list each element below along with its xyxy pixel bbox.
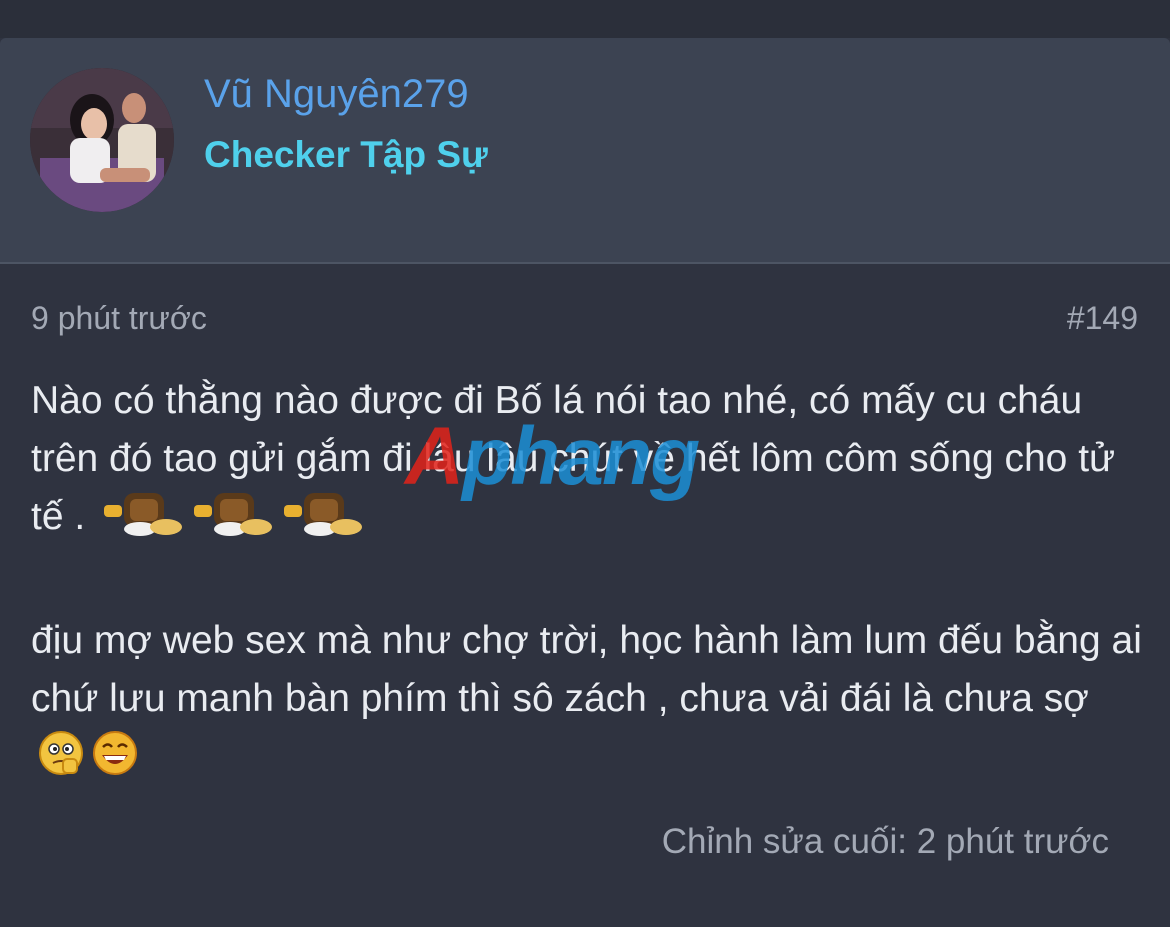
author-name[interactable]: Vũ Nguyên279 bbox=[204, 72, 469, 117]
avatar[interactable] bbox=[30, 68, 174, 212]
post-time[interactable]: 9 phút trước bbox=[31, 300, 207, 337]
avatar-photo bbox=[30, 68, 174, 212]
post-paragraph: Nào có thằng nào được đi Bố lá nói tao n… bbox=[31, 372, 1146, 554]
carry-smiley-icon bbox=[102, 489, 186, 554]
post-header: Vũ Nguyên279 Checker Tập Sự bbox=[0, 38, 1170, 264]
post-content: Nào có thằng nào được đi Bố lá nói tao n… bbox=[31, 372, 1146, 794]
post-paragraph: địu mợ web sex mà như chợ trời, học hành… bbox=[31, 612, 1146, 794]
top-bar bbox=[0, 0, 1170, 38]
laughing-smiley-icon bbox=[91, 729, 139, 794]
paragraph-text: địu mợ web sex mà như chợ trời, học hành… bbox=[31, 619, 1142, 720]
thinking-smiley-icon bbox=[37, 729, 85, 794]
edited-note: Chỉnh sửa cuối: 2 phút trước bbox=[661, 822, 1109, 861]
carry-smiley-icon bbox=[192, 489, 276, 554]
post-number[interactable]: #149 bbox=[1067, 300, 1138, 337]
carry-smiley-icon bbox=[282, 489, 366, 554]
author-title: Checker Tập Sự bbox=[204, 134, 488, 175]
